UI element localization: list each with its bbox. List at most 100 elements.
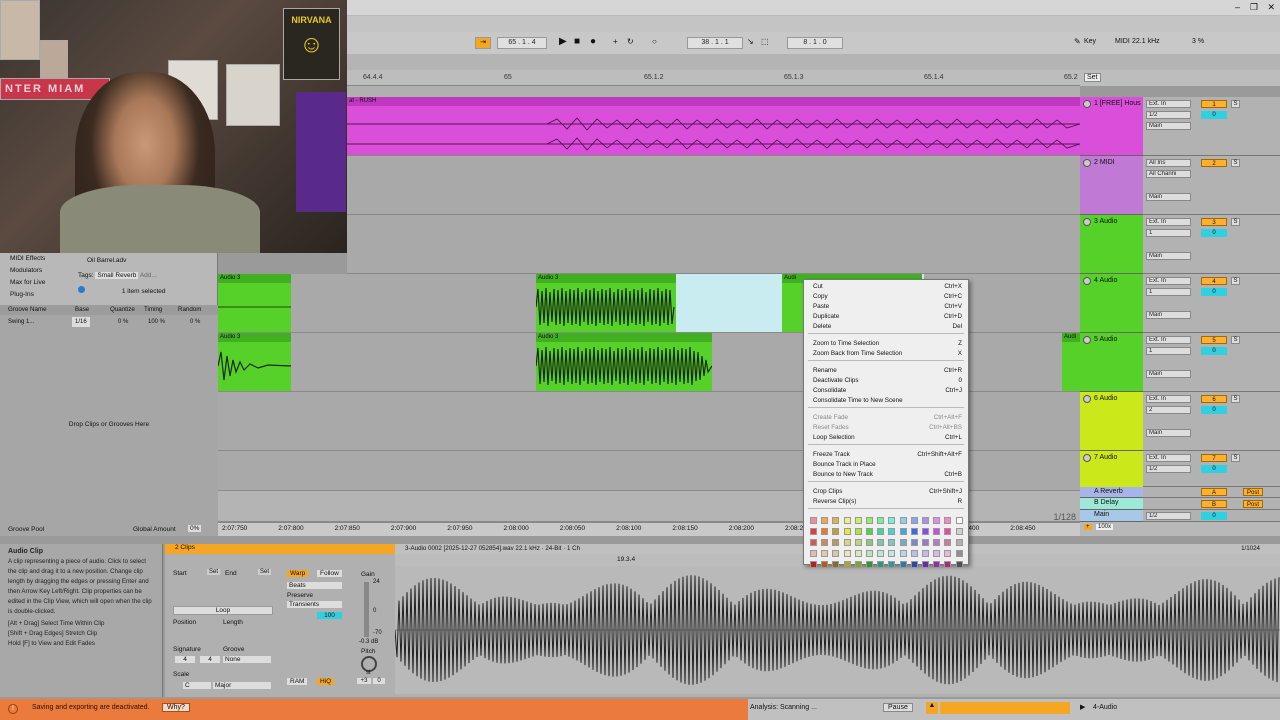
return-letter-button[interactable]: A: [1201, 488, 1227, 496]
loop-toggle-icon[interactable]: ○: [652, 37, 657, 46]
color-swatch[interactable]: [854, 539, 862, 546]
color-swatch[interactable]: [922, 528, 929, 535]
color-swatch[interactable]: [854, 550, 862, 557]
color-swatch[interactable]: [877, 528, 885, 535]
browser-item-midi-effects[interactable]: MIDI Effects: [10, 253, 45, 265]
channel-select[interactable]: 1: [1146, 229, 1191, 237]
groove-row[interactable]: Swing 1... 1/16 0 % 100 % 0 %: [0, 317, 218, 327]
color-swatch[interactable]: [888, 528, 896, 535]
input-select[interactable]: Ext. In: [1146, 395, 1191, 403]
volume-field[interactable]: 0: [1201, 229, 1227, 237]
color-swatch[interactable]: [854, 561, 862, 568]
preserve-select[interactable]: Transients: [287, 601, 342, 608]
track-header-2[interactable]: 2 MIDI: [1080, 156, 1143, 215]
track-header-4[interactable]: 4 Audio: [1080, 274, 1143, 333]
color-swatch[interactable]: [944, 550, 952, 557]
color-swatch[interactable]: [821, 561, 829, 568]
track-header-6[interactable]: 6 Audio: [1080, 392, 1143, 451]
color-swatch[interactable]: [944, 539, 952, 546]
hiq-button[interactable]: HiQ: [317, 678, 335, 685]
solo-button[interactable]: S: [1231, 395, 1240, 403]
color-swatch[interactable]: [854, 528, 862, 535]
volume-field[interactable]: 0: [1201, 512, 1227, 520]
color-swatch[interactable]: [922, 561, 929, 568]
color-swatch[interactable]: [955, 528, 963, 535]
menu-item[interactable]: Bounce Track in Place: [813, 460, 962, 470]
pause-button[interactable]: Pause: [883, 703, 913, 712]
track-activator-icon[interactable]: [1083, 277, 1091, 285]
color-swatch[interactable]: [899, 539, 907, 546]
channel-select[interactable]: 2: [1146, 406, 1191, 414]
menu-item[interactable]: Zoom Back from Time Selection X: [813, 349, 962, 359]
stop-button[interactable]: ■: [574, 36, 580, 47]
follow-button[interactable]: Follow: [317, 570, 342, 577]
color-swatch[interactable]: [933, 550, 941, 557]
groove-random[interactable]: 0 %: [190, 317, 200, 327]
post-button[interactable]: Post: [1243, 488, 1263, 496]
color-swatch[interactable]: [877, 561, 885, 568]
draw-mode-icon[interactable]: ✎: [1074, 37, 1081, 46]
color-swatch[interactable]: [944, 517, 952, 524]
warp-mode-select[interactable]: Beats: [287, 582, 342, 589]
track-header-1[interactable]: 1 [FREE] Hous: [1080, 97, 1143, 156]
color-swatch[interactable]: [888, 561, 896, 568]
color-swatch[interactable]: [810, 550, 817, 557]
add-icon[interactable]: +: [613, 37, 618, 46]
color-swatch[interactable]: [821, 550, 829, 557]
color-swatch[interactable]: [933, 539, 941, 546]
clip-audio3[interactable]: Audio 3: [218, 274, 291, 332]
color-swatch[interactable]: [866, 517, 873, 524]
browser-file[interactable]: Oil Barrel.adv: [87, 257, 126, 264]
warp-button[interactable]: Warp: [287, 570, 309, 577]
color-swatch[interactable]: [810, 517, 817, 524]
color-swatch[interactable]: [922, 517, 929, 524]
output-select[interactable]: Main: [1146, 193, 1191, 201]
track-number-button[interactable]: 5: [1201, 336, 1227, 344]
track-header-3[interactable]: 3 Audio: [1080, 215, 1143, 274]
tag-chip[interactable]: Small Reverb: [95, 272, 139, 279]
menu-item[interactable]: Freeze Track Ctrl+Shift+Alt+F: [813, 450, 962, 460]
color-swatch[interactable]: [854, 517, 862, 524]
color-swatch[interactable]: [910, 539, 918, 546]
volume-field[interactable]: 0: [1201, 406, 1227, 414]
color-swatch[interactable]: [955, 561, 963, 568]
output-select[interactable]: Main: [1146, 122, 1191, 130]
output-select[interactable]: Main: [1146, 252, 1191, 260]
input-select[interactable]: All Ins: [1146, 159, 1191, 167]
add-icon[interactable]: +: [1084, 524, 1092, 530]
color-swatch[interactable]: [944, 561, 952, 568]
pitch-cents[interactable]: 0: [373, 678, 385, 684]
track-header-7[interactable]: 7 Audio: [1080, 451, 1143, 491]
color-swatch[interactable]: [899, 550, 907, 557]
input-select[interactable]: Ext. In: [1146, 100, 1191, 108]
volume-field[interactable]: 0: [1201, 347, 1227, 355]
zoom-level[interactable]: 100x: [1096, 524, 1114, 530]
restore-button[interactable]: ❐: [1250, 2, 1258, 13]
input-select[interactable]: Ext. In: [1146, 218, 1191, 226]
channel-select[interactable]: 1/2: [1146, 111, 1191, 119]
color-swatch[interactable]: [888, 539, 896, 546]
groove-quantize[interactable]: 0 %: [118, 317, 128, 327]
color-swatch[interactable]: [821, 517, 829, 524]
track-lane-3[interactable]: [347, 215, 1080, 274]
color-swatch[interactable]: [843, 550, 851, 557]
color-swatch[interactable]: [899, 528, 907, 535]
groove-base[interactable]: 1/16: [72, 317, 90, 327]
set-button[interactable]: Set: [1084, 73, 1101, 82]
color-swatch[interactable]: [899, 561, 907, 568]
track-activator-icon[interactable]: [1083, 395, 1091, 403]
browser-item-plug-ins[interactable]: Plug-Ins: [10, 289, 45, 301]
color-swatch[interactable]: [910, 517, 918, 524]
color-swatch[interactable]: [843, 528, 851, 535]
track-number-button[interactable]: 4: [1201, 277, 1227, 285]
minimize-button[interactable]: –: [1235, 2, 1240, 12]
color-swatch[interactable]: [910, 561, 918, 568]
scale-mode-select[interactable]: Major: [213, 682, 271, 689]
loop-button[interactable]: Loop: [173, 606, 273, 615]
loop-icon[interactable]: ⬚: [761, 37, 769, 46]
color-swatch[interactable]: [910, 528, 918, 535]
color-swatch[interactable]: [821, 539, 829, 546]
menu-item[interactable]: Bounce to New Track Ctrl+B: [813, 470, 962, 480]
track-number-button[interactable]: 7: [1201, 454, 1227, 462]
signature-numerator[interactable]: 4: [175, 656, 195, 663]
